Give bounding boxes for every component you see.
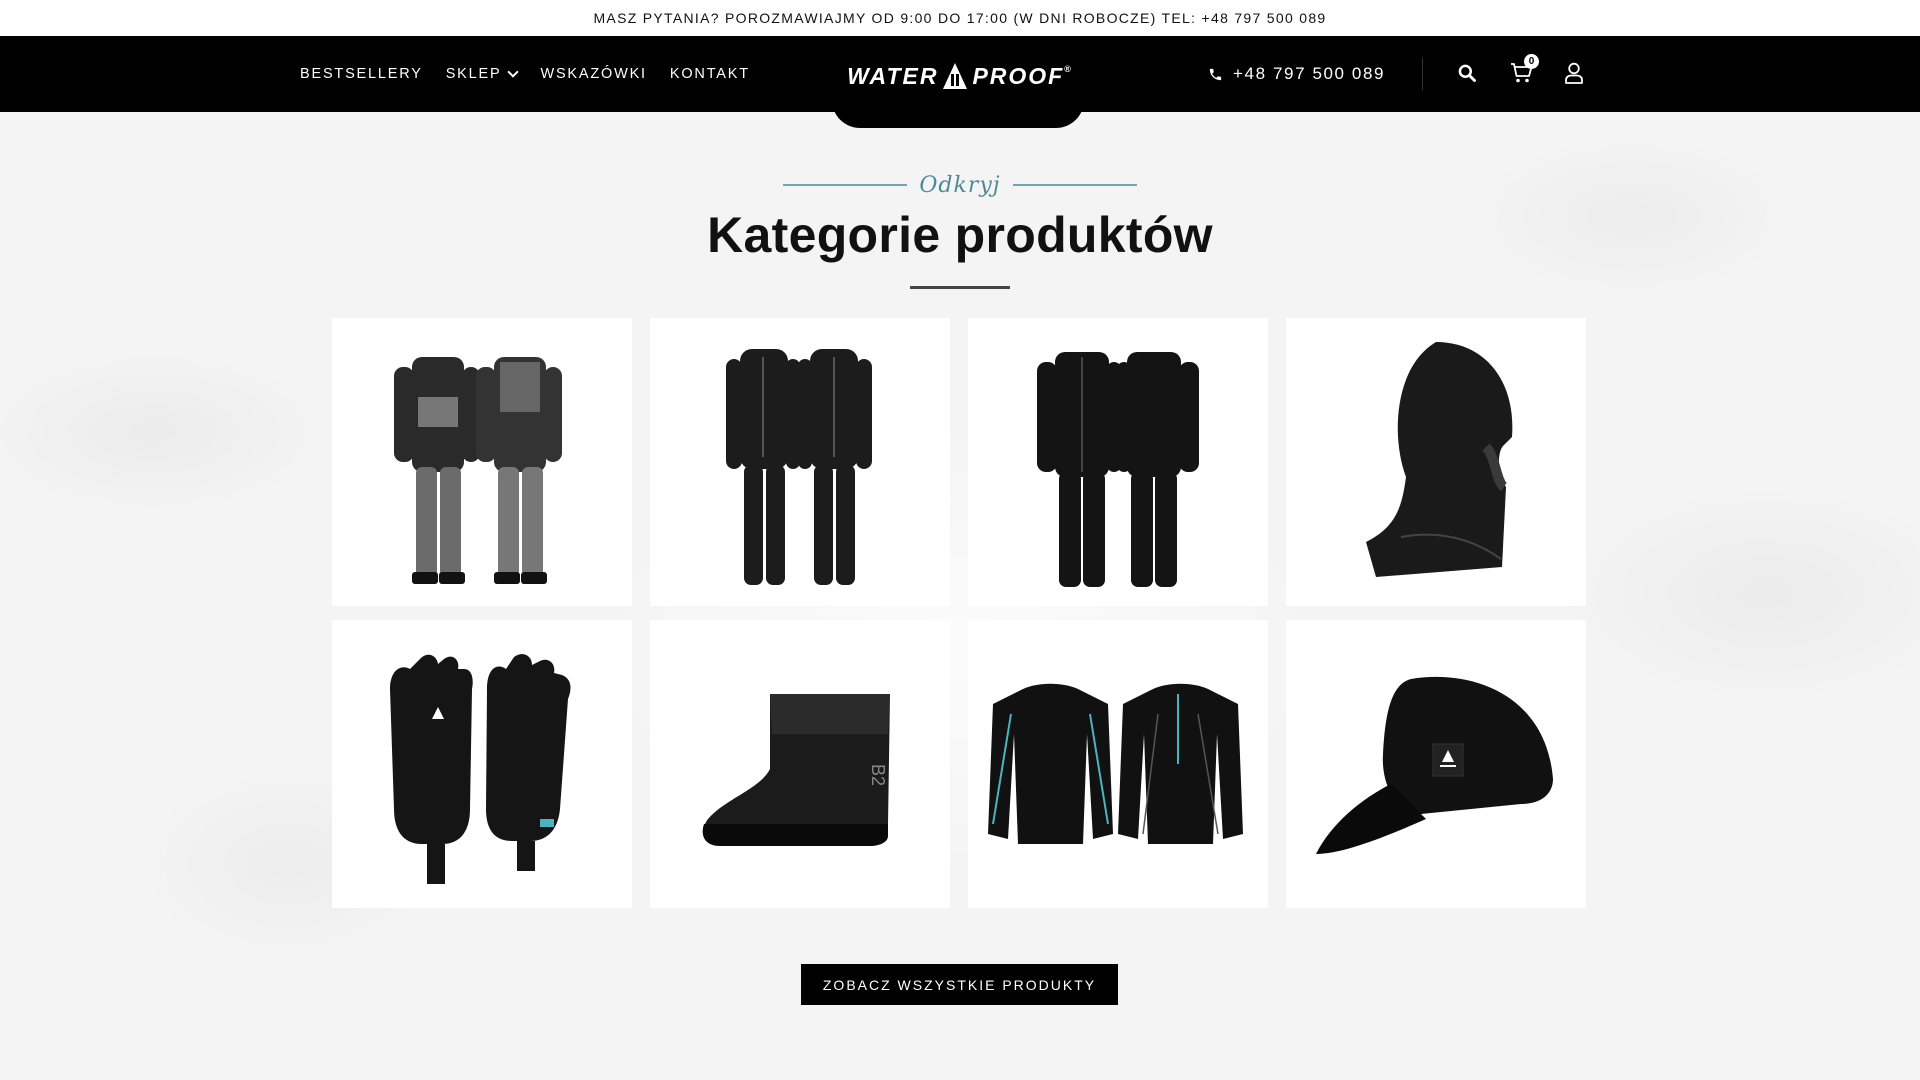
wetsuit-icon (726, 349, 872, 585)
nav-item-wskazowki[interactable]: WSKAZÓWKI (540, 66, 646, 82)
main-nav: BESTSELLERY SKLEP WSKAZÓWKI KONTAKT (300, 36, 750, 112)
chevron-down-icon (507, 66, 520, 78)
header-phone-number: +48 797 500 089 (1233, 64, 1386, 83)
header-phone-link[interactable]: +48 797 500 089 (1208, 36, 1385, 112)
category-tile-tops[interactable] (968, 620, 1268, 908)
category-tile-wetsuits[interactable] (650, 318, 950, 606)
site-logo[interactable]: WATER PROOF ® (838, 58, 1082, 94)
nav-item-bestsellery[interactable]: BESTSELLERY (300, 66, 423, 82)
logo-registered-mark: ® (1064, 64, 1073, 74)
announcement-bar: MASZ PYTANIA? POROZMAWIAJMY OD 9:00 DO 1… (0, 0, 1920, 36)
search-button[interactable] (1452, 58, 1482, 88)
cap-icon (1316, 676, 1553, 854)
title-underline (910, 286, 1010, 289)
view-all-products-button[interactable]: ZOBACZ WSZYSTKIE PRODUKTY (801, 964, 1118, 1005)
undersuit-icon (1037, 352, 1199, 587)
nav-item-label: WSKAZÓWKI (540, 66, 647, 82)
cart-button[interactable]: 0 (1507, 54, 1539, 88)
announcement-text: MASZ PYTANIA? POROZMAWIAJMY OD 9:00 DO 1… (593, 10, 1327, 26)
gloves-icon (390, 654, 571, 884)
category-tile-undersuits[interactable] (968, 318, 1268, 606)
eyebrow-text: Odkryj (919, 172, 1001, 198)
rashguard-icon (988, 683, 1243, 844)
category-tile-caps[interactable] (1286, 620, 1586, 908)
nav-item-label: KONTAKT (669, 66, 750, 82)
boot-icon: B2 (702, 694, 890, 846)
logo-mark-icon (943, 63, 968, 89)
category-tile-boots[interactable]: B2 (650, 620, 950, 908)
section-eyebrow: Odkryj (783, 170, 1137, 200)
svg-text:B2: B2 (868, 764, 888, 786)
category-tile-gloves[interactable] (332, 620, 632, 908)
drysuit-icon (394, 357, 562, 584)
eyebrow-line-left (783, 184, 908, 186)
product-category-grid: B2 (332, 318, 1588, 908)
user-icon (1565, 62, 1583, 84)
account-button[interactable] (1559, 58, 1589, 88)
cart-count-badge: 0 (1524, 54, 1539, 69)
nav-item-sklep[interactable]: SKLEP (445, 66, 520, 82)
logo-text-right: PROOF (972, 62, 1065, 89)
search-icon (1458, 64, 1476, 82)
nav-item-label: BESTSELLERY (300, 66, 423, 82)
phone-icon (1209, 68, 1222, 80)
logo-text-left: WATER (847, 62, 939, 89)
nav-item-kontakt[interactable]: KONTAKT (670, 66, 750, 82)
nav-item-label: SKLEP (445, 66, 502, 82)
section-title: Kategorie produktów (707, 207, 1213, 263)
hood-icon (1366, 342, 1513, 577)
category-tile-hoods[interactable] (1286, 318, 1586, 606)
logo-tab-shape (832, 100, 1084, 128)
header-divider (1422, 58, 1423, 90)
category-tile-drysuits[interactable] (332, 318, 632, 606)
eyebrow-line-right (1012, 184, 1137, 186)
